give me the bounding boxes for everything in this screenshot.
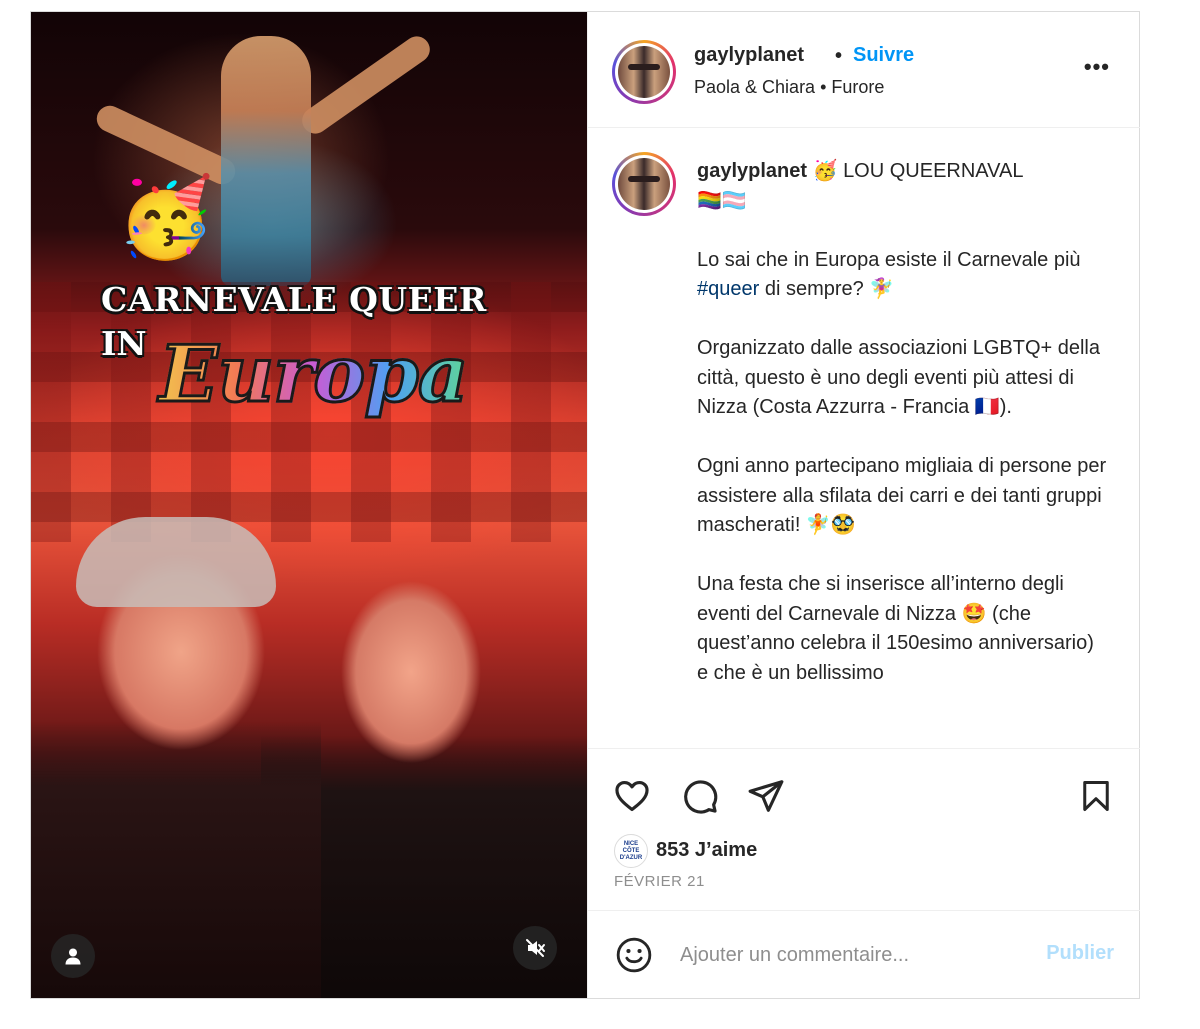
post-header: gaylyplanet • Suivre Paola & Chiara • Fu… (588, 12, 1140, 128)
author-avatar[interactable] (612, 40, 676, 104)
avatar-image (618, 46, 670, 98)
audio-attribution-link[interactable]: Paola & Chiara • Furore (694, 77, 884, 98)
post-side-panel: gaylyplanet • Suivre Paola & Chiara • Fu… (587, 12, 1140, 998)
caption-paragraph: Organizzato dalle associazioni LGBTQ+ de… (697, 337, 1100, 418)
post-video[interactable]: 🥳 CARNEVALE QUEER IN Europa (31, 12, 587, 998)
separator-dot: • (835, 45, 843, 67)
avatar-image (618, 158, 670, 210)
user-icon (65, 948, 81, 965)
muted-speaker-icon (526, 939, 545, 957)
caption-scroll-area[interactable]: gaylyplanet 🥳 LOU QUEERNAVAL 🏳️‍🌈🏳️‍⚧️ L… (588, 129, 1140, 749)
emoji-picker-button[interactable] (612, 933, 656, 977)
caption-paragraph: Ogni anno partecipano migliaia di person… (697, 455, 1107, 536)
caption-paragraph: di sempre? 🧚‍♀️ (759, 278, 895, 300)
post-caption: gaylyplanet 🥳 LOU QUEERNAVAL 🏳️‍🌈🏳️‍⚧️ L… (697, 157, 1107, 718)
caption-flags: 🏳️‍🌈🏳️‍⚧️ (697, 189, 747, 212)
publish-button[interactable]: Publier (1046, 942, 1114, 965)
sticker-title: CARNEVALE QUEER (101, 280, 487, 319)
caption-title: 🥳 LOU QUEERNAVAL (807, 160, 1024, 182)
save-button[interactable] (1074, 774, 1118, 818)
tagged-users-button[interactable] (51, 934, 95, 978)
sticker-in: IN (101, 324, 147, 363)
caption-author-avatar[interactable] (612, 152, 676, 216)
video-person-hair (76, 517, 276, 607)
caption-paragraph: Lo sai che in Europa esiste il Carnevale… (697, 248, 1081, 271)
mute-toggle-button[interactable] (513, 926, 557, 970)
likes-count[interactable]: 853 J’aime (656, 839, 757, 862)
smiley-icon (616, 937, 652, 973)
more-options-icon[interactable]: ••• (1084, 54, 1110, 80)
party-emoji-sticker: 🥳 (117, 173, 215, 261)
video-statue (221, 36, 311, 286)
instagram-post: 🥳 CARNEVALE QUEER IN Europa gaylyplanet … (30, 11, 1140, 999)
add-comment-bar: Publier (588, 910, 1140, 998)
heart-icon (615, 780, 649, 812)
hashtag-link[interactable]: #queer (697, 278, 759, 300)
post-date[interactable]: FÉVRIER 21 (614, 873, 705, 890)
caption-author-link[interactable]: gaylyplanet (697, 160, 807, 182)
bookmark-icon (1083, 781, 1109, 811)
comment-input[interactable] (680, 935, 1020, 975)
post-actions: NICE CÔTE D'AZUR 853 J’aime FÉVRIER 21 (588, 750, 1140, 910)
comment-button[interactable] (678, 774, 722, 818)
follow-button[interactable]: Suivre (853, 44, 914, 67)
paper-plane-icon (748, 780, 784, 812)
sticker-europa: Europa (157, 328, 469, 421)
comment-icon (684, 780, 718, 814)
liker-avatar[interactable]: NICE CÔTE D'AZUR (614, 834, 648, 868)
author-username-link[interactable]: gaylyplanet (694, 44, 804, 67)
like-button[interactable] (610, 774, 654, 818)
share-button[interactable] (744, 774, 788, 818)
caption-paragraph: Una festa che si inserisce all’interno d… (697, 573, 1094, 684)
